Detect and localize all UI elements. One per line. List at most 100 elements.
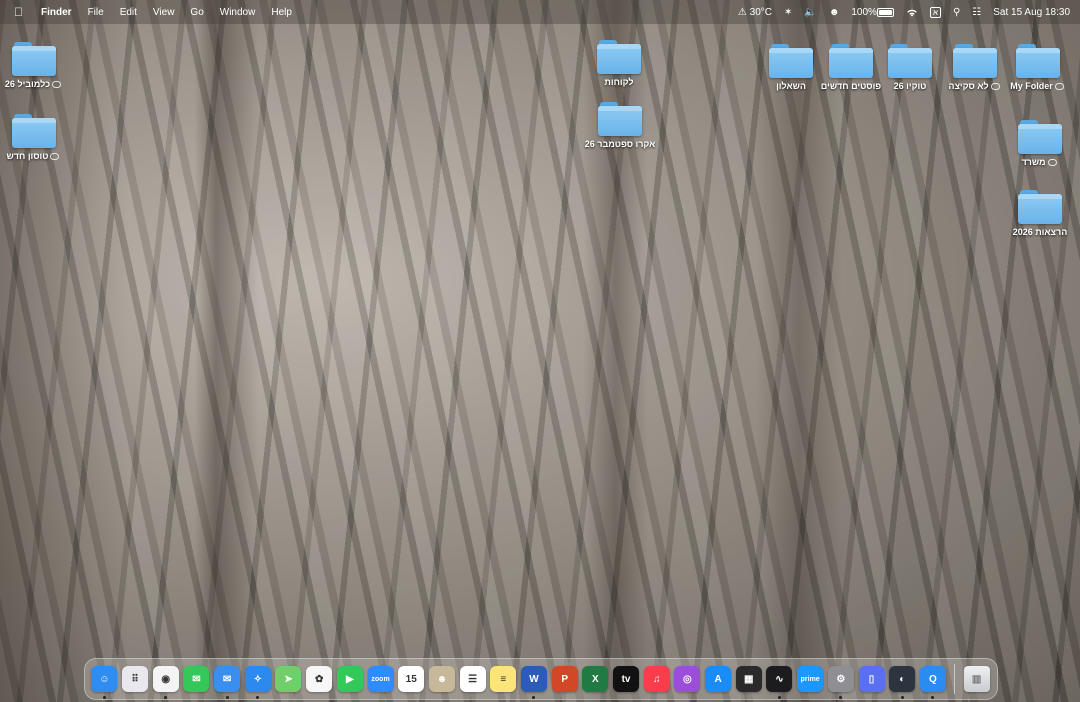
dock-app-app-store[interactable]: A: [703, 664, 734, 694]
menu-edit[interactable]: Edit: [112, 7, 145, 18]
desktop-folder[interactable]: My Folder: [993, 44, 1080, 91]
contacts-icon: ☻: [428, 666, 455, 692]
dock-app-prime-video[interactable]: prime: [795, 664, 826, 694]
running-indicator: [164, 696, 168, 699]
dock-app-chrome[interactable]: ◉: [150, 664, 181, 699]
desktop-folder[interactable]: לקוחות: [574, 40, 664, 87]
folder-icon: [597, 40, 641, 74]
dock-app-maps[interactable]: ➤: [273, 664, 304, 694]
dock-app-calendar[interactable]: 15: [396, 664, 427, 694]
chrome-icon: ◉: [152, 666, 179, 692]
volume-icon[interactable]: 🔈: [798, 7, 822, 18]
finder-icon: ☺: [91, 666, 118, 692]
facetime-icon: ▶: [336, 666, 363, 692]
mail-icon: ✉: [214, 666, 241, 692]
user-icon[interactable]: ☻: [823, 7, 846, 18]
weather-temp: 30°C: [749, 6, 772, 18]
dock-app-simulator[interactable]: ▯: [856, 664, 887, 694]
dock-app-facetime[interactable]: ▶: [335, 664, 366, 694]
dock-app-utility[interactable]: ◐: [887, 664, 918, 699]
running-indicator: [777, 696, 781, 699]
dock-app-word[interactable]: W: [519, 664, 550, 699]
menu-go[interactable]: Go: [182, 7, 211, 18]
dock-app-powerpoint[interactable]: P: [549, 664, 580, 694]
calendar-icon: 15: [398, 666, 425, 692]
word-icon: W: [520, 666, 547, 692]
dock-app-apple-tv[interactable]: tv: [611, 664, 642, 694]
folder-icon: [12, 114, 56, 148]
appletv-icon: tv: [613, 666, 640, 692]
dock-app-notes[interactable]: ≡: [488, 664, 519, 694]
control-center-icon[interactable]: ☷: [966, 7, 987, 18]
app-menu-finder[interactable]: Finder: [33, 7, 80, 18]
battery-status[interactable]: 100%: [845, 7, 900, 18]
dock-app-contacts[interactable]: ☻: [427, 664, 458, 694]
menu-window[interactable]: Window: [212, 7, 264, 18]
dock: ☺ ⠿ ◉ ✉ ✉ ✧ ➤ ✿ ▶ zoom 15 ☻ ☰ ≡ W P Xtv ♫ ◎ A ▦ ∿ prime ⚙ ▯ ◐ Q ▥: [84, 658, 998, 700]
dock-app-music[interactable]: ♫: [641, 664, 672, 694]
menu-file[interactable]: File: [80, 7, 112, 18]
apple-menu-icon[interactable]: : [0, 5, 33, 19]
battery-icon: [876, 7, 894, 17]
dock-app-stocks[interactable]: ∿: [764, 664, 795, 699]
folder-icon: [1018, 120, 1062, 154]
zoom-icon: zoom: [367, 666, 394, 692]
podcasts-icon: ◎: [674, 666, 701, 692]
desktop-folder[interactable]: טוסון חדש: [0, 114, 79, 161]
icloud-icon: [50, 152, 60, 160]
qobuz-icon: Q: [919, 666, 946, 692]
icloud-icon: [52, 80, 62, 88]
launchpad-icon: ⠿: [122, 666, 149, 692]
dock-app-photo-editor[interactable]: ▦: [733, 664, 764, 694]
dock-app-photos[interactable]: ✿: [304, 664, 335, 694]
dock-app-qobuz[interactable]: Q: [918, 664, 949, 699]
desktop-folder[interactable]: הרצאות 2026: [995, 190, 1080, 237]
desktop-wallpaper: [0, 0, 1080, 702]
search-icon[interactable]: ⚲: [947, 7, 966, 18]
menu-bar:  Finder File Edit View Go Window Help ⚠…: [0, 0, 1080, 24]
desktop-folder[interactable]: כלמוביל 26: [0, 42, 79, 89]
utility-icon: ◐: [889, 666, 916, 692]
running-indicator: [102, 696, 106, 699]
stocks-icon: ∿: [766, 666, 793, 692]
desktop-folder[interactable]: משרד: [995, 120, 1080, 167]
dock-app-reminders[interactable]: ☰: [457, 664, 488, 694]
menu-help[interactable]: Help: [263, 7, 300, 18]
reminders-icon: ☰: [459, 666, 486, 692]
icloud-icon: [1047, 158, 1057, 166]
simulator-icon: ▯: [858, 666, 885, 692]
dock-separator: [954, 664, 956, 694]
primevideo-icon: prime: [797, 666, 824, 692]
menu-view[interactable]: View: [145, 7, 183, 18]
dock-app-zoom[interactable]: zoom: [365, 664, 396, 694]
dock-app-excel[interactable]: X: [580, 664, 611, 694]
wifi-icon[interactable]: [900, 6, 924, 18]
dock-app-messages[interactable]: ✉: [181, 664, 212, 694]
running-indicator: [225, 696, 229, 699]
dock-app-system-settings[interactable]: ⚙: [826, 664, 857, 699]
battery-percent: 100%: [851, 6, 877, 18]
keyboard-input-icon[interactable]: א: [924, 6, 947, 18]
dock-app-finder[interactable]: ☺: [89, 664, 120, 699]
dock-app-launchpad[interactable]: ⠿: [120, 664, 151, 694]
dock-app-trash[interactable]: ▥: [961, 664, 992, 694]
dock-app-safari[interactable]: ✧: [242, 664, 273, 699]
safari-icon: ✧: [244, 666, 271, 692]
dock-app-podcasts[interactable]: ◎: [672, 664, 703, 694]
running-indicator: [839, 696, 843, 699]
photos-icon: ✿: [306, 666, 333, 692]
powerpoint-icon: P: [551, 666, 578, 692]
maps-icon: ➤: [275, 666, 302, 692]
messages-icon: ✉: [183, 666, 210, 692]
appstore-icon: A: [705, 666, 732, 692]
folder-icon: [12, 42, 56, 76]
dock-app-mail[interactable]: ✉: [212, 664, 243, 699]
icloud-icon: [1054, 82, 1064, 90]
desktop-folder[interactable]: אקרו ספטמבר 26: [575, 102, 665, 149]
bluetooth-icon[interactable]: ✶: [778, 7, 798, 18]
clock[interactable]: Sat 15 Aug 18:30: [987, 7, 1080, 18]
weather-status[interactable]: ⚠ 30°C: [732, 7, 778, 18]
warning-icon: ⚠: [737, 6, 750, 18]
running-indicator: [931, 696, 935, 699]
running-indicator: [900, 696, 904, 699]
